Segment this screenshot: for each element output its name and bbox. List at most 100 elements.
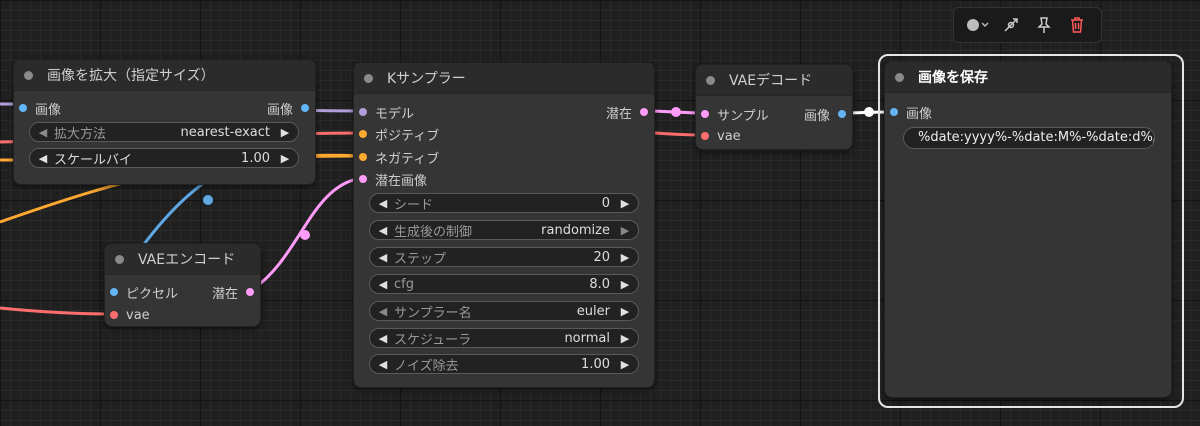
port-label: ピクセル (126, 286, 179, 302)
input-latent-image-port[interactable]: 潜在画像 (359, 169, 427, 189)
output-image-port[interactable]: 画像 (804, 104, 846, 124)
scheduler-widget[interactable]: ◀ スケジューラ normal ▶ (369, 328, 639, 348)
node-title-bar[interactable]: VAEデコード (696, 65, 852, 96)
input-negative-port[interactable]: ネガティブ (359, 147, 439, 167)
port-dot[interactable] (640, 108, 648, 116)
decrement-arrow-icon[interactable]: ◀ (376, 278, 390, 291)
output-image-port[interactable]: 画像 (267, 98, 309, 118)
collapse-dot[interactable] (706, 75, 715, 85)
cfg-widget[interactable]: ◀ cfg 8.0 ▶ (369, 274, 639, 294)
collapse-dot[interactable] (895, 72, 904, 82)
input-model-port[interactable]: モデル (359, 102, 414, 122)
input-positive-port[interactable]: ポジティブ (359, 124, 439, 144)
node-title-bar[interactable]: 画像を保存 (885, 62, 1171, 93)
collapse-dot[interactable] (24, 70, 33, 80)
port-dot[interactable] (701, 110, 709, 118)
increment-arrow-icon[interactable]: ▶ (618, 251, 632, 264)
sampler-name-widget[interactable]: ◀ サンプラー名 euler ▶ (369, 301, 639, 321)
widget-value: 8.0 (589, 276, 610, 292)
port-dot[interactable] (838, 110, 846, 118)
increment-arrow-icon[interactable]: ▶ (618, 358, 632, 371)
color-picker-button[interactable] (965, 13, 991, 37)
denoise-widget[interactable]: ◀ ノイズ除去 1.00 ▶ (369, 354, 639, 374)
decrement-arrow-icon[interactable]: ◀ (376, 332, 390, 345)
pin-button[interactable] (1031, 13, 1057, 37)
bypass-button[interactable] (998, 13, 1024, 37)
input-vae-port[interactable]: vae (701, 126, 741, 146)
port-label: 画像 (266, 102, 293, 118)
node-title-bar[interactable]: VAEエンコード (105, 244, 260, 275)
node-title-bar[interactable]: Kサンプラー (354, 63, 654, 94)
increment-arrow-icon[interactable]: ▶ (618, 305, 632, 318)
widget-label: 生成後の制御 (394, 224, 473, 240)
widget-value: 1.00 (581, 356, 610, 372)
steps-widget[interactable]: ◀ ステップ 20 ▶ (369, 247, 639, 267)
port-dot[interactable] (110, 311, 118, 319)
increment-arrow-icon[interactable]: ▶ (618, 224, 632, 237)
port-label: 画像 (906, 106, 933, 122)
increment-arrow-icon[interactable]: ▶ (618, 197, 632, 210)
input-image-port[interactable]: 画像 (890, 102, 932, 122)
vae-encode-node[interactable]: VAEエンコード ピクセル 潜在 vae (104, 243, 261, 327)
node-title: VAEデコード (729, 73, 813, 89)
widget-label: cfg (394, 276, 414, 292)
port-dot[interactable] (359, 108, 367, 116)
port-dot[interactable] (359, 130, 367, 138)
port-dot[interactable] (246, 288, 254, 296)
output-latent-port[interactable]: 潜在 (212, 282, 254, 302)
widget-value: 1.00 (241, 150, 270, 166)
decrement-arrow-icon[interactable]: ◀ (376, 224, 390, 237)
input-pixels-port[interactable]: ピクセル (110, 282, 178, 302)
port-dot[interactable] (890, 108, 898, 116)
input-vae-port[interactable]: vae (110, 305, 150, 325)
decrement-arrow-icon[interactable]: ◀ (376, 197, 390, 210)
decrement-arrow-icon[interactable]: ◀ (36, 152, 50, 165)
port-label: 潜在画像 (375, 173, 428, 189)
decrement-arrow-icon[interactable]: ◀ (36, 126, 50, 139)
increment-arrow-icon[interactable]: ▶ (278, 126, 292, 139)
port-label: 画像 (35, 102, 62, 118)
node-title-bar[interactable]: 画像を拡大（指定サイズ） (14, 60, 315, 91)
decrement-arrow-icon[interactable]: ◀ (376, 251, 390, 264)
port-label: モデル (375, 106, 415, 122)
widget-label: シード (394, 197, 434, 213)
vae-decode-node[interactable]: VAEデコード サンプル 画像 vae (695, 64, 853, 150)
output-latent-port[interactable]: 潜在 (606, 102, 648, 122)
collapse-dot[interactable] (115, 254, 124, 264)
port-dot[interactable] (110, 288, 118, 296)
upscale-image-node[interactable]: 画像を拡大（指定サイズ） 画像 画像 ◀ 拡大方法 nearest-exact … (13, 59, 316, 185)
port-dot[interactable] (19, 104, 27, 112)
seed-widget[interactable]: ◀ シード 0 ▶ (369, 193, 639, 213)
ksampler-node[interactable]: Kサンプラー モデル 潜在 ポジティブ ネガティブ 潜在画像 ◀ シード 0 ▶… (353, 62, 655, 388)
trash-icon (1070, 17, 1083, 33)
input-samples-port[interactable]: サンプル (701, 104, 769, 124)
port-label: 画像 (803, 108, 830, 124)
widget-value: nearest-exact (180, 124, 271, 140)
decrement-arrow-icon[interactable]: ◀ (376, 305, 390, 318)
upscale-method-widget[interactable]: ◀ 拡大方法 nearest-exact ▶ (29, 122, 299, 142)
port-dot[interactable] (359, 175, 367, 183)
node-title: VAEエンコード (138, 252, 236, 268)
port-dot[interactable] (701, 132, 709, 140)
node-title: 画像を保存 (918, 70, 988, 86)
wire-reroute-dot (300, 230, 310, 240)
widget-value: euler (576, 303, 610, 319)
increment-arrow-icon[interactable]: ▶ (618, 278, 632, 291)
control-after-generate-widget[interactable]: ◀ 生成後の制御 randomize ▶ (369, 220, 639, 240)
port-dot[interactable] (301, 104, 309, 112)
save-image-node[interactable]: 画像を保存 画像 %date:yyyy%-%date:M%-%date:d%/ (884, 61, 1172, 398)
filename-prefix-input[interactable]: %date:yyyy%-%date:M%-%date:d%/ (903, 127, 1155, 149)
color-circle-icon (967, 19, 989, 31)
widget-value: 20 (593, 249, 610, 265)
port-dot[interactable] (359, 153, 367, 161)
selection-toolbar (953, 7, 1102, 43)
widget-label: サンプラー名 (394, 305, 472, 321)
delete-button[interactable] (1064, 13, 1090, 37)
scale-by-widget[interactable]: ◀ スケールバイ 1.00 ▶ (29, 148, 299, 168)
input-image-port[interactable]: 画像 (19, 98, 61, 118)
increment-arrow-icon[interactable]: ▶ (278, 152, 292, 165)
decrement-arrow-icon[interactable]: ◀ (376, 358, 390, 371)
collapse-dot[interactable] (364, 73, 373, 83)
increment-arrow-icon[interactable]: ▶ (618, 332, 632, 345)
widget-label: ノイズ除去 (394, 358, 459, 374)
